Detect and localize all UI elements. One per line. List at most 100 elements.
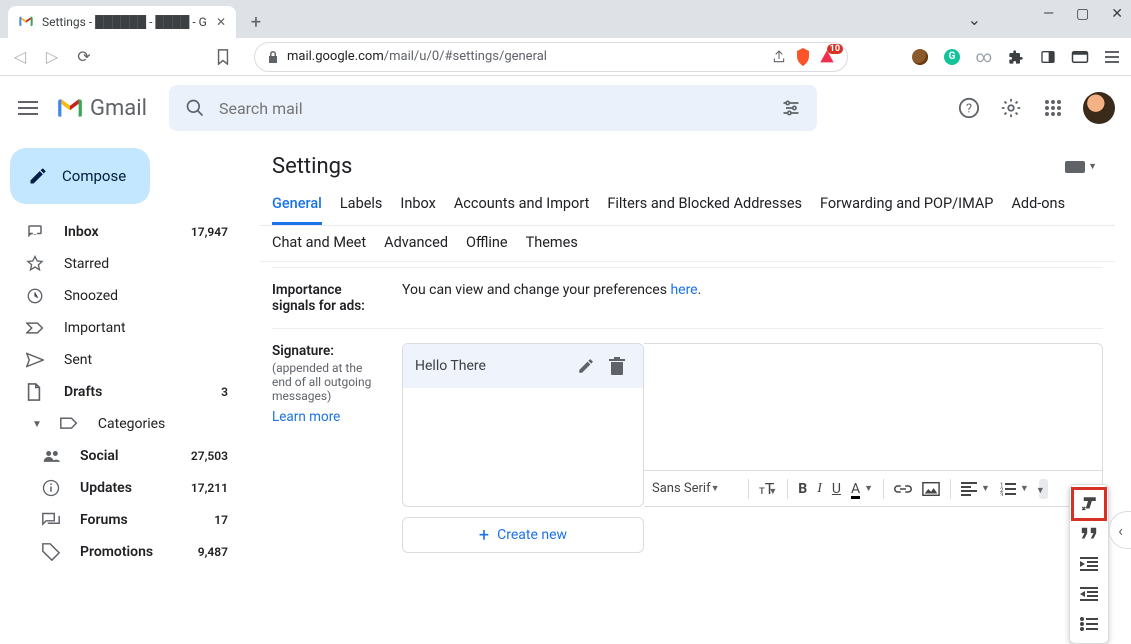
- sidebar-label: Sent: [64, 352, 228, 368]
- sidebar-item-updates[interactable]: Updates17,211: [8, 472, 240, 504]
- nav-forward-icon[interactable]: ▷: [42, 47, 62, 66]
- indent-more-icon[interactable]: [1073, 549, 1105, 579]
- create-new-button[interactable]: + Create new: [402, 517, 644, 553]
- sidebar-item-important[interactable]: Important: [8, 312, 240, 344]
- importance-row: Importance signals for ads: You can view…: [272, 268, 1103, 329]
- sidebar-label: Snoozed: [64, 288, 228, 304]
- underline-icon[interactable]: U: [832, 481, 841, 497]
- extensions-area: G ∞: [911, 48, 1121, 66]
- list-icon[interactable]: 123: [1000, 482, 1016, 496]
- sidepanel-icon[interactable]: [1039, 48, 1057, 66]
- learn-more-link[interactable]: Learn more: [272, 409, 340, 425]
- cookie-ext-icon[interactable]: [911, 48, 929, 66]
- sidebar-item-inbox[interactable]: Inbox17,947: [8, 216, 240, 248]
- sidebar-item-snoozed[interactable]: Snoozed: [8, 280, 240, 312]
- browser-tab[interactable]: Settings - ██████ - ████ - G ✕: [8, 6, 236, 38]
- quote-icon[interactable]: [1073, 519, 1105, 549]
- tab-offline[interactable]: Offline: [466, 226, 508, 261]
- sidebar-item-promotions[interactable]: Promotions9,487: [8, 536, 240, 568]
- sidebar-item-categories[interactable]: ▼Categories: [8, 408, 240, 440]
- bold-icon[interactable]: B: [798, 481, 807, 497]
- signature-item[interactable]: Hello There: [403, 344, 643, 388]
- bullet-list-icon[interactable]: [1073, 609, 1105, 639]
- search-input[interactable]: [219, 99, 767, 118]
- signature-hint: (appended at the end of all outgoing mes…: [272, 361, 382, 403]
- tab-advanced[interactable]: Advanced: [384, 226, 448, 261]
- account-avatar[interactable]: [1083, 92, 1115, 124]
- more-formatting-icon[interactable]: ▼: [1039, 479, 1048, 499]
- extensions-icon[interactable]: [1007, 48, 1025, 66]
- align-icon[interactable]: [961, 482, 977, 496]
- signature-label: Signature: (appended at the end of all o…: [272, 343, 382, 553]
- autocomplete-option[interactable]: I'll add contacts myself: [421, 262, 564, 263]
- autocomplete-row: auto-complete: I'll add contacts myself: [272, 262, 1103, 268]
- wallet-icon[interactable]: [1071, 48, 1089, 66]
- tab-chat-and-meet[interactable]: Chat and Meet: [272, 226, 366, 261]
- tab-filters-and-blocked-addresses[interactable]: Filters and Blocked Addresses: [607, 187, 802, 225]
- search-icon[interactable]: [185, 98, 205, 118]
- tab-add-ons[interactable]: Add-ons: [1011, 187, 1065, 225]
- text-color-icon[interactable]: A: [851, 481, 860, 497]
- reload-icon[interactable]: ⟳: [74, 47, 94, 66]
- forum-icon: [42, 512, 62, 528]
- sidebar-item-social[interactable]: Social 27,503: [8, 440, 240, 472]
- settings-gear-icon[interactable]: [999, 96, 1023, 120]
- support-icon[interactable]: ?: [957, 96, 981, 120]
- sidebar-item-drafts[interactable]: Drafts3: [8, 376, 240, 408]
- italic-icon[interactable]: I: [817, 481, 822, 497]
- window-controls: ― ▢ ✕: [1043, 6, 1123, 22]
- google-apps-icon[interactable]: [1041, 96, 1065, 120]
- delete-icon[interactable]: [609, 357, 631, 375]
- sidebar-item-sent[interactable]: Sent: [8, 344, 240, 376]
- font-size-icon[interactable]: тT▼: [759, 479, 777, 498]
- sidebar-item-forums[interactable]: Forums17: [8, 504, 240, 536]
- pencil-icon: [28, 166, 48, 186]
- link-ext-icon[interactable]: ∞: [975, 48, 993, 66]
- main-menu-icon[interactable]: [16, 96, 40, 120]
- share-icon[interactable]: [771, 49, 787, 65]
- format-toolbar: Sans Serif▼ тT▼ B I U A ▼: [644, 470, 1102, 506]
- important-icon: [26, 321, 46, 335]
- sidebar-label: Social: [80, 448, 173, 464]
- minimize-button[interactable]: ―: [1043, 6, 1054, 22]
- format-popup: [1069, 484, 1109, 644]
- new-tab-button[interactable]: +: [242, 8, 270, 36]
- search-bar[interactable]: [169, 85, 817, 131]
- tab-themes[interactable]: Themes: [526, 226, 578, 261]
- tab-inbox[interactable]: Inbox: [400, 187, 435, 225]
- nav-back-icon[interactable]: ◁: [10, 47, 30, 66]
- gmail-logo[interactable]: Gmail: [56, 96, 147, 121]
- font-family-select[interactable]: Sans Serif▼: [652, 481, 738, 496]
- tab-general[interactable]: General: [272, 187, 322, 225]
- brave-shields-icon[interactable]: [795, 48, 811, 66]
- indent-less-icon[interactable]: [1073, 579, 1105, 609]
- edit-icon[interactable]: [577, 357, 599, 375]
- brave-rewards-icon[interactable]: 10: [819, 49, 835, 65]
- grammarly-ext-icon[interactable]: G: [943, 48, 961, 66]
- tab-labels[interactable]: Labels: [340, 187, 383, 225]
- signature-editor[interactable]: Sans Serif▼ тT▼ B I U A ▼: [644, 343, 1103, 507]
- sidebar-label: Starred: [64, 256, 228, 272]
- sidebar-count: 27,503: [191, 449, 228, 463]
- sidebar-count: 9,487: [198, 545, 228, 559]
- input-tools-icon[interactable]: ▼: [1064, 160, 1097, 174]
- compose-button[interactable]: Compose: [10, 148, 150, 204]
- sidebar-item-starred[interactable]: Starred: [8, 248, 240, 280]
- link-icon[interactable]: [894, 484, 912, 494]
- remove-format-icon[interactable]: [1073, 489, 1105, 519]
- close-window-button[interactable]: ✕: [1111, 6, 1123, 22]
- info-icon: [42, 479, 62, 497]
- image-icon[interactable]: [922, 481, 940, 497]
- address-bar[interactable]: mail.google.com/mail/u/0/#settings/gener…: [254, 42, 848, 72]
- tabs-overflow-icon[interactable]: ⌄: [968, 10, 981, 29]
- tab-accounts-and-import[interactable]: Accounts and Import: [454, 187, 589, 225]
- tab-forwarding-and-pop-imap[interactable]: Forwarding and POP/IMAP: [820, 187, 993, 225]
- tab-close-icon[interactable]: ✕: [216, 15, 226, 29]
- browser-menu-icon[interactable]: [1103, 48, 1121, 66]
- bookmark-icon[interactable]: [216, 49, 236, 65]
- settings-tabs-row1: General Labels Inbox Accounts and Import Fil…: [260, 187, 1115, 226]
- maximize-button[interactable]: ▢: [1076, 6, 1089, 22]
- sidebar-label: Important: [64, 320, 228, 336]
- importance-here-link[interactable]: here: [670, 282, 697, 298]
- search-options-icon[interactable]: [781, 98, 801, 118]
